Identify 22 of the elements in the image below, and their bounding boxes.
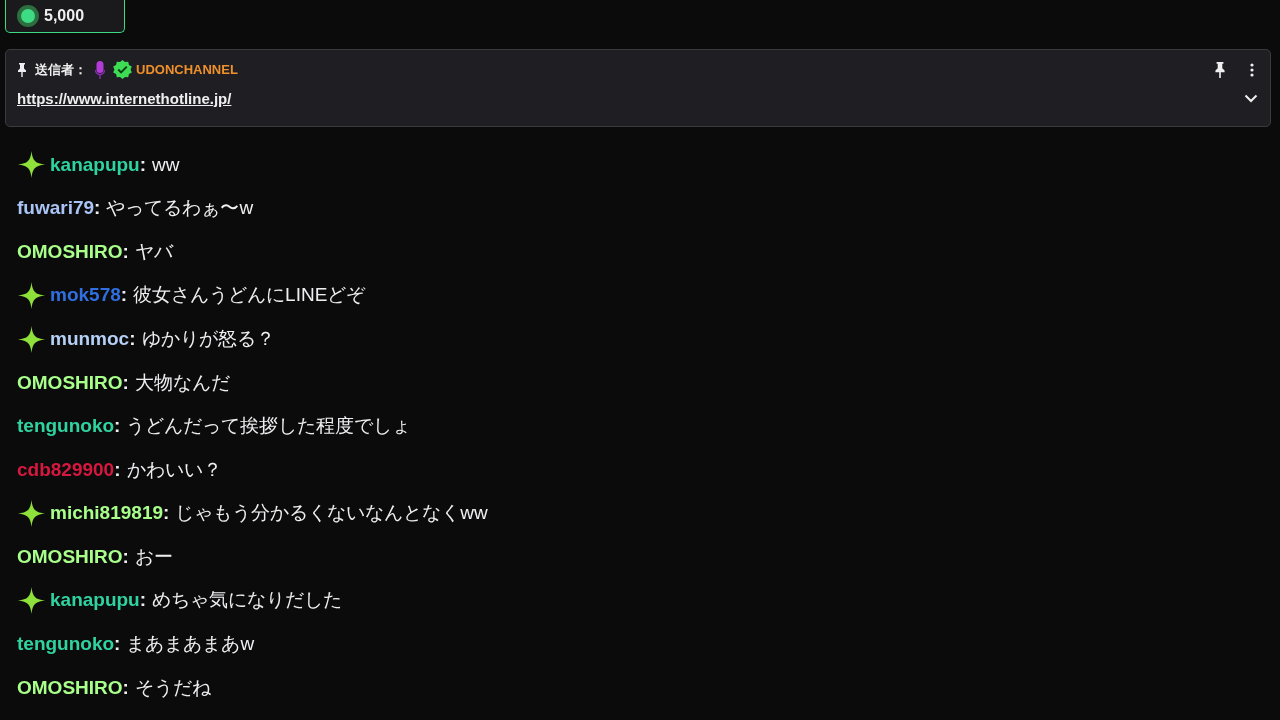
chat-message: kanapupu: ww — [50, 152, 180, 177]
chat-message: fuwari79: やってるわぁ〜w — [17, 196, 254, 221]
chat-message: kanapupu: めちゃ気になりだした — [50, 588, 343, 613]
chat-message: tengunoko: うどんだって挨拶した程度でしょ — [17, 414, 412, 439]
chat-message: OMOSHIRO: そうだね — [17, 675, 211, 700]
avatar-icon — [16, 4, 40, 28]
chat-message: tengunoko: まあまあまあw — [17, 632, 255, 657]
sender-name: UDONCHANNEL — [136, 61, 238, 79]
points-amount: 5,000 — [44, 6, 85, 26]
pin-icon — [17, 62, 27, 77]
chat-message: munmoc: ゆかりが怒る？ — [50, 326, 275, 351]
chat-message: OMOSHIRO: 大物なんだ — [17, 370, 230, 395]
chat-message: cdb829900: かわいい？ — [17, 457, 222, 482]
pinned-link[interactable]: https://www.internethotline.jp/ — [17, 87, 232, 110]
expand-button[interactable] — [1244, 94, 1258, 104]
chat-message: OMOSHIRO: ヤバ — [17, 239, 173, 264]
chat-message: mok578: 彼女さんうどんにLINEどぞ — [50, 283, 366, 308]
more-options-button[interactable] — [1250, 62, 1254, 77]
unpin-button[interactable] — [1214, 61, 1226, 78]
chat-message: OMOSHIRO: おー — [17, 544, 173, 569]
chat-message: michi819819: じゃもう分かるくないなんとなくww — [50, 501, 488, 526]
sender-label: 送信者： — [35, 61, 87, 79]
